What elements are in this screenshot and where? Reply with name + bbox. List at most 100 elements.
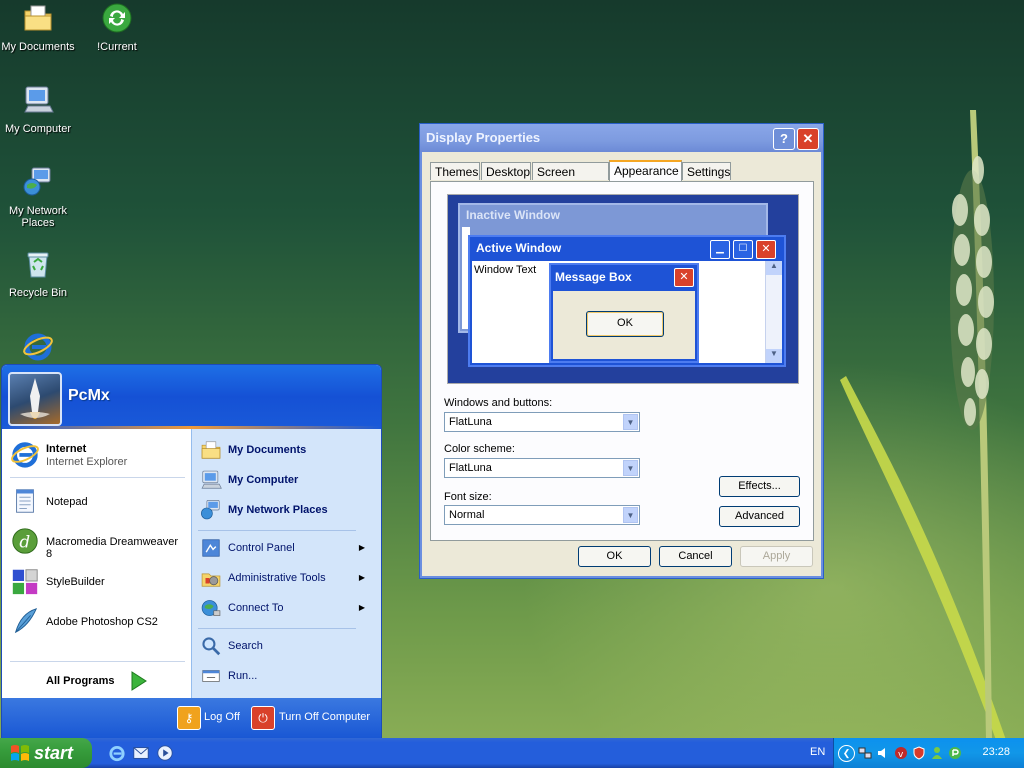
quicklaunch-media-player[interactable]: [156, 744, 174, 762]
quicklaunch-email[interactable]: [132, 744, 150, 762]
language-indicator[interactable]: EN: [810, 746, 825, 758]
chevron-left-icon[interactable]: ❮: [838, 745, 855, 762]
recent-label: Macromedia Dreamweaver 8: [46, 536, 179, 560]
recycle-arrows-icon: [102, 3, 132, 33]
place-my-computer[interactable]: My Computer: [200, 469, 375, 493]
tab-appearance[interactable]: Appearance: [609, 160, 682, 182]
desktop-icon-my-documents[interactable]: My Documents: [0, 2, 78, 53]
svg-text:d: d: [19, 532, 30, 552]
desktop-icon-my-computer[interactable]: My Computer: [0, 84, 78, 135]
recent-dreamweaver[interactable]: d Macromedia Dreamweaver 8: [10, 525, 185, 560]
my-computer-icon: [24, 86, 54, 113]
user-icon: [932, 747, 942, 759]
desktop-icon-network-places[interactable]: My Network Places: [0, 166, 78, 229]
network-tray-icon[interactable]: [858, 746, 872, 760]
my-documents-icon: [24, 5, 52, 31]
place-control-panel[interactable]: Control Panel ▶: [200, 537, 375, 561]
place-label: My Computer: [228, 474, 299, 486]
start-menu: PcMx Internet Internet Explorer Notepad: [1, 364, 382, 740]
turn-off-button[interactable]: ⏻ Turn Off Computer: [251, 706, 376, 730]
desktop-icon-recycle-bin[interactable]: Recycle Bin: [0, 248, 78, 299]
effects-button[interactable]: Effects...: [719, 476, 800, 497]
preview-scrollbar: ▲ ▼: [765, 261, 782, 363]
active-window-preview: Active Window ▁ ☐ ✕ Window Text ▲ ▼ Mess…: [468, 235, 786, 367]
chevron-right-icon: ▶: [358, 603, 365, 612]
place-run[interactable]: Run...: [200, 665, 375, 689]
all-programs-button[interactable]: All Programs: [46, 667, 186, 695]
grass-wallpaper: [840, 110, 1006, 740]
user-tray-icon[interactable]: [930, 746, 944, 760]
tab-desktop[interactable]: Desktop: [481, 162, 531, 180]
close-button[interactable]: ✕: [797, 128, 819, 150]
appearance-preview: Inactive Window Active Window ▁ ☐ ✕ Wind…: [447, 194, 799, 384]
network-icon: [858, 747, 872, 759]
place-label: Control Panel: [228, 542, 295, 554]
message-box-preview: Message Box ✕ OK: [549, 263, 699, 363]
taskbar: start EN ❮ v 23:28: [0, 738, 1024, 768]
recent-notepad[interactable]: Notepad: [10, 485, 185, 519]
pinned-internet[interactable]: Internet Internet Explorer: [10, 437, 185, 471]
color-scheme-value: FlatLuna: [449, 462, 492, 474]
avatar[interactable]: [8, 372, 62, 426]
email-icon: [133, 747, 149, 759]
recent-photoshop[interactable]: Adobe Photoshop CS2: [10, 605, 185, 639]
log-off-button[interactable]: ⚷ Log Off: [177, 706, 249, 730]
place-my-documents[interactable]: My Documents: [200, 439, 375, 463]
notepad-icon: [16, 489, 34, 513]
place-connect-to[interactable]: Connect To ▶: [200, 597, 375, 621]
apply-button[interactable]: Apply: [740, 546, 813, 567]
internet-explorer-icon: [11, 442, 39, 468]
clock[interactable]: 23:28: [982, 746, 1010, 758]
help-button[interactable]: ?: [773, 128, 795, 150]
color-scheme-select[interactable]: FlatLuna ▼: [444, 458, 640, 478]
dialog-titlebar[interactable]: Display Properties ? ✕: [420, 124, 823, 152]
ok-button[interactable]: OK: [578, 546, 651, 567]
network-places-icon: [23, 167, 51, 196]
font-size-select[interactable]: Normal ▼: [444, 505, 640, 525]
pinned-subtitle: Internet Explorer: [46, 456, 128, 468]
place-label: Administrative Tools: [228, 572, 326, 584]
place-administrative-tools[interactable]: Administrative Tools ▶: [200, 567, 375, 591]
chevron-down-icon: ▼: [623, 507, 638, 523]
start-button[interactable]: start: [0, 738, 92, 768]
windows-buttons-label: Windows and buttons:: [444, 397, 553, 409]
desktop-icon-current[interactable]: !Current: [77, 2, 157, 53]
antivirus-tray-icon[interactable]: v: [894, 746, 908, 760]
connect-globe-icon: [201, 600, 221, 616]
recent-stylebuilder[interactable]: StyleBuilder: [10, 565, 185, 599]
messenger-tray-icon[interactable]: [948, 746, 962, 760]
messenger-icon: [949, 747, 961, 759]
speaker-tray-icon[interactable]: [876, 746, 890, 760]
color-scheme-label: Color scheme:: [444, 443, 515, 455]
windows-logo-icon: [11, 745, 29, 761]
windows-buttons-select[interactable]: FlatLuna ▼: [444, 412, 640, 432]
tab-screen-saver[interactable]: Screen Saver: [532, 162, 609, 197]
recent-label: Adobe Photoshop CS2: [46, 616, 158, 628]
cancel-button[interactable]: Cancel: [659, 546, 732, 567]
place-search[interactable]: Search: [200, 635, 375, 659]
shield-tray-icon[interactable]: [912, 746, 926, 760]
close-icon: ✕: [802, 131, 814, 146]
my-documents-icon: [201, 441, 221, 459]
separator: [198, 628, 356, 629]
tab-themes[interactable]: Themes: [430, 162, 480, 180]
svg-text:v: v: [898, 750, 904, 760]
font-size-value: Normal: [449, 509, 485, 521]
recent-label: Notepad: [46, 496, 88, 508]
start-menu-places: My Documents My Computer My Network Plac…: [191, 429, 381, 698]
quicklaunch-ie[interactable]: [108, 744, 126, 762]
space-shuttle-icon: [20, 378, 50, 419]
administrative-tools-icon: [201, 573, 221, 587]
preview-ok-button: OK: [586, 311, 664, 337]
place-label: Search: [228, 640, 263, 652]
tab-settings[interactable]: Settings: [682, 162, 731, 180]
inactive-window-title: Inactive Window: [466, 208, 560, 222]
network-places-icon: [201, 500, 220, 520]
recycle-bin-icon: [27, 252, 49, 278]
start-menu-header: PcMx: [2, 365, 381, 429]
advanced-button[interactable]: Advanced: [719, 506, 800, 527]
antivirus-icon: v: [895, 747, 907, 760]
place-my-network-places[interactable]: My Network Places: [200, 499, 375, 523]
control-panel-icon: [202, 539, 220, 557]
separator: [198, 530, 356, 531]
